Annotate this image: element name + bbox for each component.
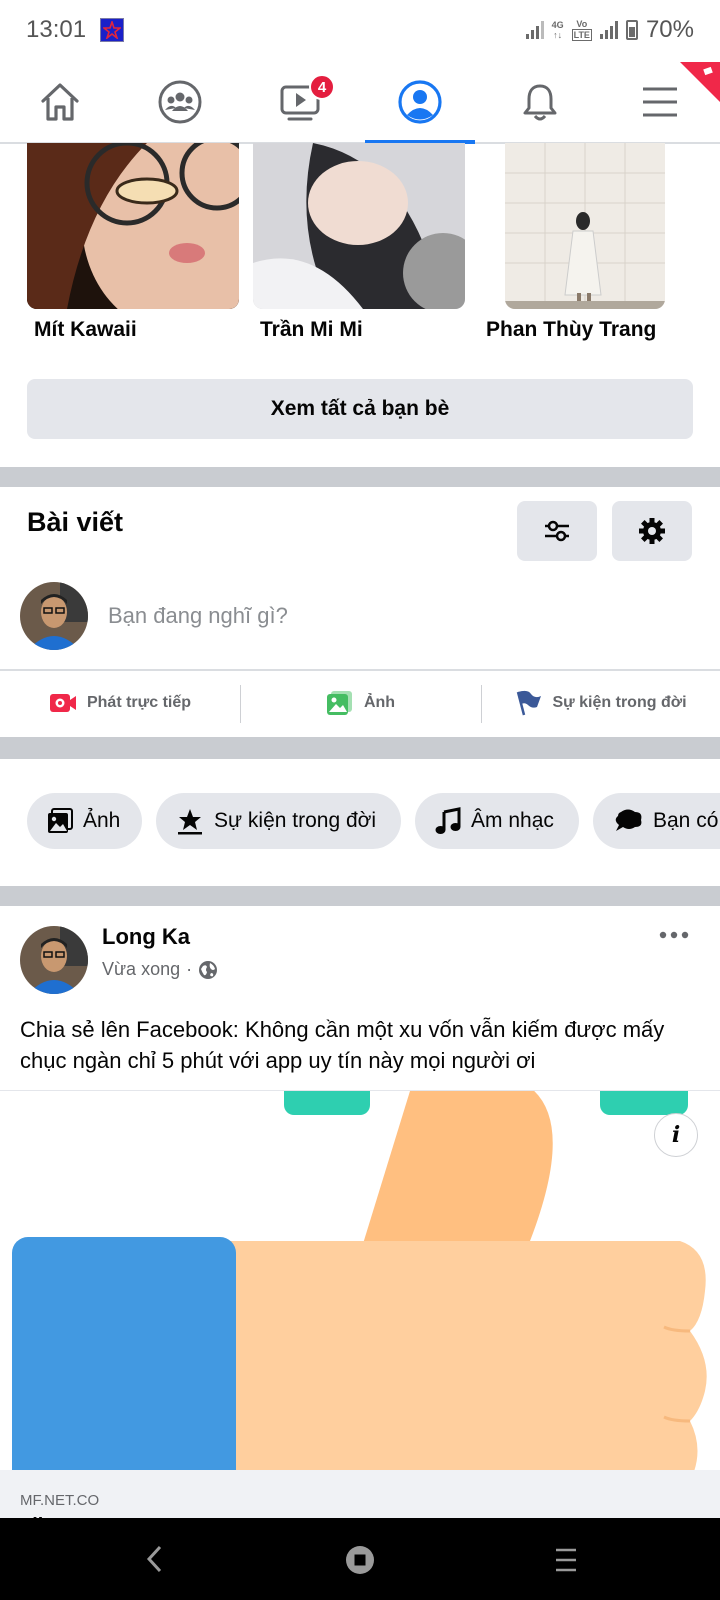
flag-icon	[517, 690, 542, 716]
friend-name-3[interactable]: Phan Thùy Trang	[486, 318, 656, 342]
sliders-icon	[545, 520, 569, 542]
avatar-image	[20, 926, 88, 994]
post-timestamp[interactable]: Vừa xong	[102, 959, 180, 980]
photo-button[interactable]: Ảnh	[240, 671, 481, 735]
home-icon	[41, 83, 79, 121]
chip-photo[interactable]: Ảnh	[27, 793, 142, 849]
thumbs-up-illustration	[12, 1091, 707, 1471]
status-bar: 13:01 4G ↑↓ Vo LTE 70%	[0, 0, 720, 60]
composer-input[interactable]: Bạn đang nghĩ gì?	[108, 603, 288, 629]
meta-dot: ·	[186, 959, 193, 979]
avatar-image	[20, 582, 88, 650]
posts-section-title: Bài viết	[27, 507, 124, 537]
android-navigation-bar	[0, 1518, 720, 1600]
friend-name-2[interactable]: Trần Mi Mi	[260, 318, 363, 342]
back-icon[interactable]	[140, 1542, 170, 1576]
hamburger-menu-icon	[643, 87, 677, 117]
tab-watch[interactable]: 4	[245, 62, 355, 142]
battery-percent: 70%	[645, 16, 694, 43]
watch-badge: 4	[309, 74, 335, 100]
live-video-button[interactable]: Phát trực tiếp	[0, 671, 240, 735]
gear-icon	[639, 518, 665, 544]
section-divider	[0, 886, 720, 906]
tab-notifications[interactable]	[485, 62, 595, 142]
app-notification-icon	[100, 18, 124, 42]
status-indicators: 4G ↑↓ Vo LTE 70%	[525, 16, 694, 44]
friend-photo-1[interactable]	[27, 143, 239, 309]
tab-profile[interactable]	[365, 62, 475, 144]
photo-icon	[48, 808, 73, 833]
photo-icon	[326, 691, 352, 715]
live-video-icon	[49, 694, 76, 712]
settings-button[interactable]	[612, 501, 692, 561]
post-body-text: Chia sẻ lên Facebook: Không cần một xu v…	[20, 1017, 665, 1073]
photo-label: Ảnh	[363, 694, 396, 711]
bell-icon	[523, 84, 557, 121]
groups-icon	[158, 80, 202, 124]
recents-icon[interactable]	[554, 1546, 578, 1574]
status-clock: 13:01	[26, 16, 87, 43]
post-link-image[interactable]	[0, 1090, 720, 1471]
globe-icon[interactable]	[198, 960, 218, 980]
network-type-icon: 4G ↑↓	[551, 20, 564, 40]
post-meta: Vừa xong ·	[102, 959, 218, 980]
chip-life-event-label: Sự kiện trong đời	[214, 809, 377, 832]
friend-name-1[interactable]: Mít Kawaii	[34, 318, 137, 342]
chip-feeling-label: Bạn có	[653, 809, 719, 832]
life-event-button[interactable]: Sự kiện trong đời	[481, 671, 720, 735]
life-event-label: Sự kiện trong đời	[552, 694, 687, 711]
friend-photo-1-image	[27, 143, 239, 309]
live-video-label: Phát trực tiếp	[86, 694, 192, 711]
chip-music[interactable]: Âm nhạc	[415, 793, 579, 849]
post-author-avatar[interactable]	[20, 926, 88, 994]
friend-photo-3[interactable]	[505, 143, 665, 309]
tab-home[interactable]	[5, 62, 115, 142]
signal-icon-2	[599, 21, 618, 39]
music-note-icon	[435, 807, 461, 834]
info-icon: i	[671, 1122, 681, 1148]
volte-icon: Vo LTE	[571, 19, 592, 41]
chip-feeling[interactable]: Bạn có	[593, 793, 720, 849]
battery-icon	[625, 20, 638, 40]
chip-life-event[interactable]: Sự kiện trong đời	[156, 793, 401, 849]
link-domain: MF.NET.CO	[20, 1492, 100, 1509]
life-event-icon	[178, 809, 202, 835]
friend-photo-3-image	[505, 143, 665, 309]
filter-posts-button[interactable]	[517, 501, 597, 561]
user-avatar[interactable]	[20, 582, 88, 650]
top-nav-bar: 4	[0, 62, 720, 144]
see-all-friends-button[interactable]: Xem tất cả bạn bè	[27, 379, 693, 439]
ad-info-button[interactable]: i	[654, 1113, 698, 1157]
tab-groups[interactable]	[125, 62, 235, 142]
post-more-options-icon[interactable]	[658, 925, 690, 945]
profile-icon	[398, 80, 442, 124]
friend-photo-2-image	[253, 143, 465, 309]
link-preview-bar[interactable]	[0, 1470, 720, 1520]
section-divider	[0, 737, 720, 759]
chip-photo-label: Ảnh	[83, 809, 121, 832]
signal-icon	[525, 21, 544, 39]
chip-music-label: Âm nhạc	[471, 809, 554, 832]
post-author-name[interactable]: Long Ka	[102, 924, 190, 950]
friend-photo-2[interactable]	[253, 143, 465, 309]
section-divider	[0, 467, 720, 487]
home-button-icon[interactable]	[344, 1544, 376, 1576]
speech-bubble-icon	[615, 809, 642, 831]
ribbon-corner-icon	[680, 62, 720, 102]
